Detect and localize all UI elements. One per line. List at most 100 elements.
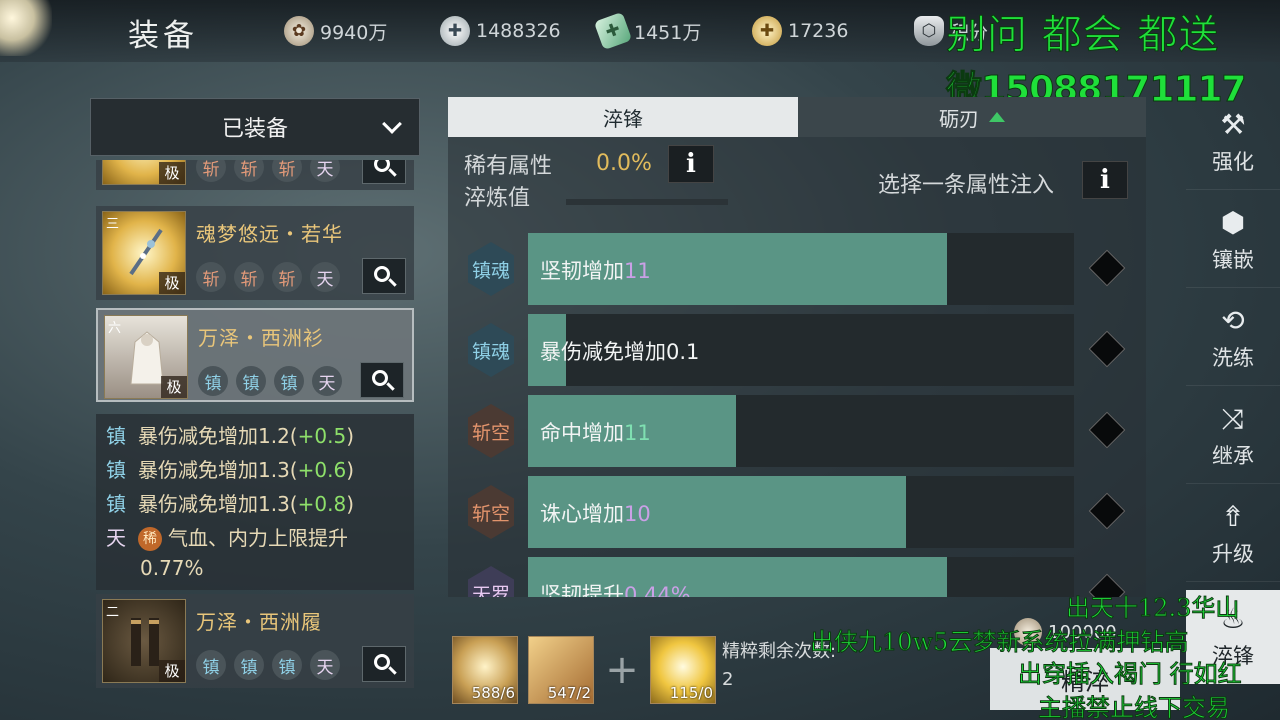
- upgrade-icon: ⇮: [1221, 499, 1245, 533]
- gold-ingot-icon: ✚: [752, 16, 782, 46]
- rare-refine-value: 0.0%: [596, 151, 652, 176]
- resource-coin: ✿ 9940万: [284, 16, 387, 46]
- inherit-icon: ⤨: [1221, 401, 1245, 435]
- sidebar-item-inherit[interactable]: ⤨ 继承: [1186, 390, 1280, 484]
- watermark-line5: 出穿插入褐门 行如红: [1018, 660, 1243, 689]
- sidebar-item-reroll[interactable]: ⟲ 洗练: [1186, 292, 1280, 386]
- sidebar-item-strengthen[interactable]: ⚒ 强化: [1186, 96, 1280, 190]
- attribute-line: 镇暴伤减免增加1.3(+0.6): [106, 458, 354, 482]
- slot-badges: 镇 镇 镇 天: [198, 366, 342, 396]
- inspect-button[interactable]: [362, 646, 406, 682]
- equipment-item[interactable]: 三 极 魂梦悠远・若华 斩 斩 斩 天: [96, 206, 414, 300]
- select-diamond[interactable]: [1088, 492, 1126, 530]
- gem-socket-icon: ⬢: [1220, 205, 1246, 239]
- selected-item-attributes: 镇暴伤减免增加1.2(+0.5) 镇暴伤减免增加1.3(+0.6) 镇暴伤减免增…: [96, 414, 414, 590]
- slot-badge: 斩: [234, 160, 264, 182]
- zhankong-hex-icon: 斩空: [468, 404, 514, 458]
- watermark-line6: 主播禁止线下交易: [1038, 694, 1231, 720]
- slot-badge: 斩: [196, 262, 226, 292]
- refine-panel: 稀有属性 淬炼值 0.0% i 选择一条属性注入 i 镇魂 坚韧增加11 镇魂 …: [448, 137, 1146, 597]
- slot-badge: 镇: [196, 650, 226, 680]
- rare-refine-bar: [566, 199, 728, 205]
- page-title: 装备: [128, 18, 198, 54]
- arrow-up-icon: [989, 112, 1005, 122]
- attribute-row[interactable]: 斩空 命中增加11: [448, 395, 1146, 473]
- shield-points-icon: ⬡: [914, 16, 944, 46]
- slot-badge: 天: [310, 262, 340, 292]
- silver-ingot-icon: ✚: [440, 16, 470, 46]
- select-diamond[interactable]: [1088, 411, 1126, 449]
- zhenhun-hex-icon: 镇魂: [468, 323, 514, 377]
- equipment-name: 万泽・西洲衫: [198, 326, 324, 350]
- essence-orb-icon[interactable]: 588/6: [452, 636, 518, 704]
- golden-pearl-icon[interactable]: 115/0: [650, 636, 716, 704]
- attribute-row[interactable]: 镇魂 坚韧增加11: [448, 233, 1146, 311]
- slot-badge: 镇: [272, 650, 302, 680]
- slot-badge: 斩: [272, 262, 302, 292]
- slot-badges: 镇 镇 镇 天: [196, 650, 340, 680]
- resource-silver: ✚ 1488326: [440, 16, 561, 46]
- equipment-thumbnail: 三 极: [102, 211, 186, 295]
- equipment-name: 万泽・西洲履: [196, 610, 322, 634]
- tab-liren[interactable]: 砺刃: [798, 97, 1146, 137]
- refine-tabs: 淬锋 砺刃: [448, 97, 1146, 137]
- search-icon: [372, 370, 388, 386]
- equipment-name: 魂梦悠远・若华: [196, 222, 343, 246]
- slot-badge: 镇: [198, 366, 228, 396]
- slot-badge: 镇: [236, 366, 266, 396]
- reroll-icon: ⟲: [1221, 303, 1245, 337]
- equipment-item[interactable]: 二 极 万泽・西洲履 镇 镇 镇 天: [96, 594, 414, 688]
- slot-badge: 斩: [234, 262, 264, 292]
- rare-refine-label: 稀有属性 淬炼值: [464, 154, 553, 211]
- plus-icon: +: [605, 647, 639, 693]
- attribute-line-cont: 0.77%: [140, 556, 204, 580]
- attribute-row[interactable]: 斩空 诛心增加10: [448, 476, 1146, 554]
- search-icon: [374, 654, 390, 670]
- hammer-icon: ⚒: [1220, 107, 1246, 141]
- slot-badge: 镇: [234, 650, 264, 680]
- sidebar-item-upgrade[interactable]: ⇮ 升级: [1186, 488, 1280, 582]
- equipment-thumbnail: 极: [102, 160, 186, 185]
- right-sidebar: ⚒ 强化 ⬢ 镶嵌 ⟲ 洗练 ⤨ 继承 ⇮ 升级 ♨ 淬锋: [1186, 96, 1280, 720]
- inspect-button[interactable]: [362, 160, 406, 184]
- select-diamond[interactable]: [1088, 249, 1126, 287]
- equipped-dropdown[interactable]: 已装备: [90, 98, 420, 156]
- equipment-thumbnail: 二 极: [102, 599, 186, 683]
- equipment-item-selected[interactable]: 六 极 万泽・西洲衫 镇 镇 镇 天: [96, 308, 414, 402]
- tab-cuifeng[interactable]: 淬锋: [448, 97, 798, 137]
- dropdown-label: 已装备: [221, 117, 288, 142]
- zhenhun-hex-icon: 镇魂: [468, 242, 514, 296]
- resource-gold: ✚ 17236: [752, 16, 848, 46]
- attribute-line: 镇暴伤减免增加1.3(+0.8): [106, 492, 354, 516]
- attribute-line: 天稀气血、内力上限提升: [106, 526, 348, 551]
- attribute-text: 坚韧提升0.44%: [540, 583, 691, 597]
- equipment-list[interactable]: 极 斩 斩 斩 天 三 极 魂梦悠远・若华 斩 斩 斩 天 六 极 万泽・西洲衫…: [96, 160, 414, 720]
- watermark-line3: 出天十12.3华山: [1065, 594, 1240, 623]
- attribute-text: 诛心增加10: [540, 502, 651, 526]
- slot-badge: 天: [310, 650, 340, 680]
- choose-attribute-label: 选择一条属性注入: [878, 173, 1055, 198]
- info-icon[interactable]: i: [1082, 161, 1128, 199]
- info-icon[interactable]: i: [668, 145, 714, 183]
- attribute-text: 命中增加11: [540, 421, 651, 445]
- select-diamond[interactable]: [1088, 330, 1126, 368]
- equipment-thumbnail: 六 极: [104, 315, 188, 399]
- equipment-item[interactable]: 极 斩 斩 斩 天: [96, 160, 414, 190]
- watermark-line1: 别问 都会 都送: [945, 12, 1220, 59]
- attribute-line: 镇暴伤减免增加1.2(+0.5): [106, 424, 354, 448]
- scroll-icon[interactable]: 547/2: [528, 636, 594, 704]
- slot-badge: 天: [312, 366, 342, 396]
- inspect-button[interactable]: [362, 258, 406, 294]
- attribute-row[interactable]: 天罗 坚韧提升0.44%: [448, 557, 1146, 597]
- jade-ticket-icon: ✚: [593, 11, 633, 51]
- slot-badge: 斩: [196, 160, 226, 182]
- attribute-row[interactable]: 镇魂 暴伤减免增加0.1: [448, 314, 1146, 392]
- slot-badge: 镇: [274, 366, 304, 396]
- chevron-down-icon: [382, 114, 402, 134]
- attribute-rows[interactable]: 镇魂 坚韧增加11 镇魂 暴伤减免增加0.1 斩空 命中增加11 斩空 诛心增加…: [448, 233, 1146, 597]
- inspect-button[interactable]: [360, 362, 404, 398]
- search-icon: [374, 160, 390, 172]
- watermark-line4: 出侠九10w5云梦新系统拉满押钻高: [809, 628, 1189, 657]
- sidebar-item-inlay[interactable]: ⬢ 镶嵌: [1186, 194, 1280, 288]
- tianluo-hex-icon: 天罗: [468, 566, 514, 597]
